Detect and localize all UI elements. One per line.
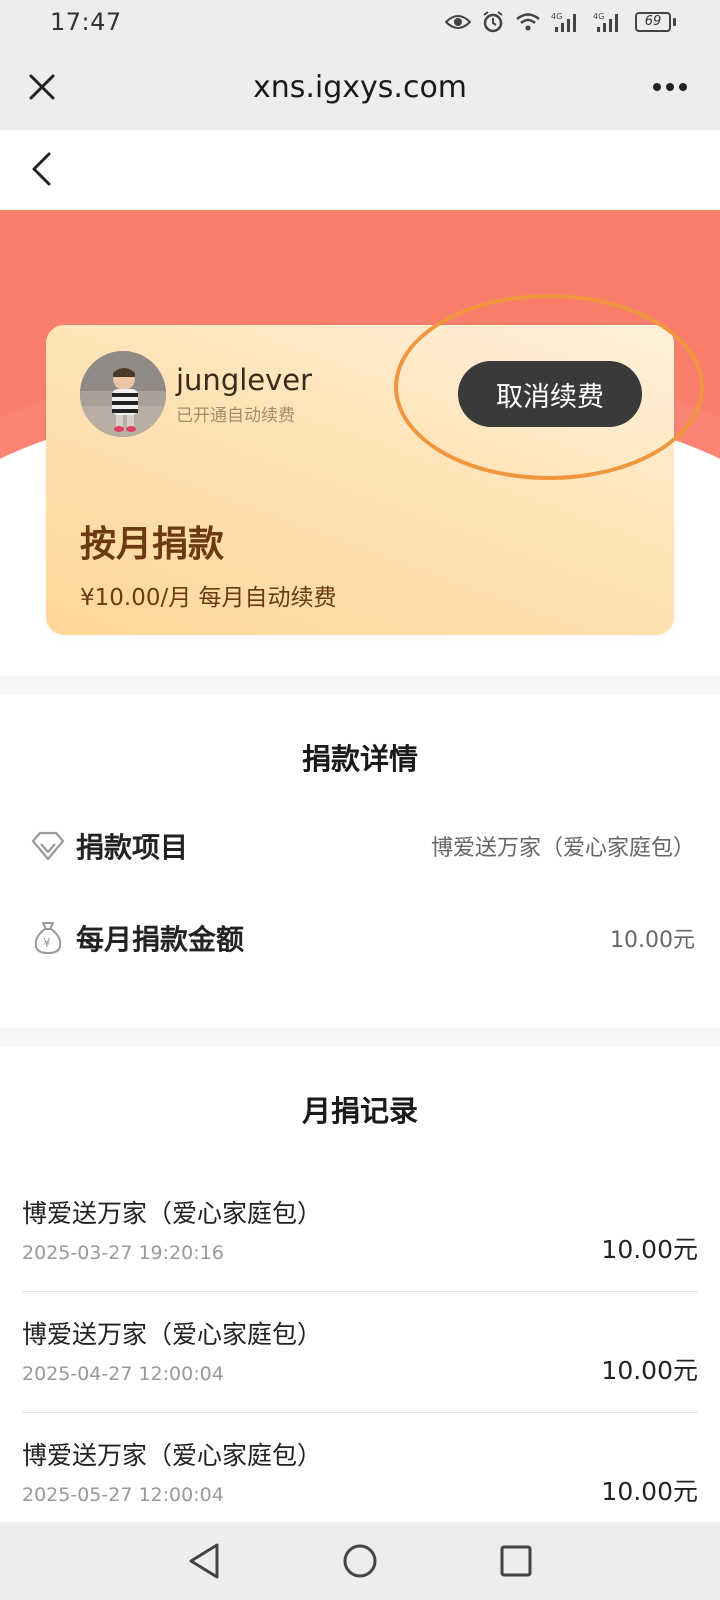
detail-row-amount: ¥ 每月捐款金额 10.00元 [30, 913, 695, 963]
monthly-records-title: 月捐记录 [301, 1094, 418, 1128]
subscription-status: 已开通自动续费 [176, 406, 295, 426]
detail-label: 每月捐款金额 [76, 923, 245, 956]
record-date: 2025-05-27 12:00:04 [22, 1484, 224, 1506]
alarm-icon [481, 10, 505, 34]
cancel-renewal-button[interactable]: 取消续费 [458, 361, 642, 427]
username: junglever [176, 363, 313, 397]
more-icon[interactable] [648, 65, 692, 109]
subscription-card: junglever 已开通自动续费 取消续费 按月捐款 ¥10.00/月 每月自… [46, 325, 674, 635]
status-icons: 4G 4G 69 [445, 10, 676, 34]
record-amount: 10.00元 [601, 1235, 698, 1264]
list-item[interactable]: 博爱送万家（爱心家庭包） 2025-04-27 12:00:04 10.00元 [22, 1293, 698, 1413]
signal-4g-icon: 4G [593, 11, 625, 33]
battery-tip [673, 18, 676, 26]
screen: 17:47 4G 4G 69 xns.igxys.com junglever 已… [0, 0, 720, 1600]
record-date: 2025-04-27 12:00:04 [22, 1363, 224, 1385]
avatar [80, 351, 166, 437]
section-divider [0, 676, 720, 694]
eye-icon [445, 13, 471, 31]
battery-level: 69 [635, 12, 671, 32]
list-item[interactable]: 博爱送万家（爱心家庭包） 2025-03-27 19:20:16 10.00元 [22, 1172, 698, 1292]
detail-row-project: 捐款项目 博爱送万家（爱心家庭包） [30, 821, 695, 871]
record-name: 博爱送万家（爱心家庭包） [22, 1441, 323, 1470]
wifi-icon [515, 12, 541, 32]
back-icon[interactable] [16, 144, 66, 194]
plan-description: ¥10.00/月 每月自动续费 [80, 585, 337, 611]
nav-home-icon[interactable] [332, 1533, 388, 1589]
browser-header: xns.igxys.com [0, 44, 720, 130]
close-icon[interactable] [20, 65, 64, 109]
record-amount: 10.00元 [601, 1356, 698, 1385]
status-bar: 17:47 4G 4G 69 [0, 0, 720, 44]
nav-back-icon[interactable] [176, 1533, 232, 1589]
browser-title: xns.igxys.com [252, 69, 468, 105]
detail-value: 博爱送万家（爱心家庭包） [430, 836, 695, 861]
record-amount: 10.00元 [601, 1477, 698, 1506]
diamond-icon [30, 828, 66, 864]
nav-recents-icon[interactable] [488, 1533, 544, 1589]
detail-label: 捐款项目 [76, 831, 189, 864]
status-time: 17:47 [50, 8, 122, 36]
record-date: 2025-03-27 19:20:16 [22, 1242, 224, 1264]
donation-details-title: 捐款详情 [301, 742, 418, 776]
section-divider [0, 1028, 720, 1046]
signal-4g-icon: 4G [551, 11, 583, 33]
system-nav-bar [0, 1522, 720, 1600]
plan-title: 按月捐款 [80, 524, 225, 565]
svg-text:¥: ¥ [43, 936, 51, 950]
page-nav [0, 130, 720, 210]
detail-value: 10.00元 [610, 928, 695, 953]
record-name: 博爱送万家（爱心家庭包） [22, 1199, 323, 1228]
record-name: 博爱送万家（爱心家庭包） [22, 1320, 323, 1349]
svg-text:4G: 4G [551, 12, 562, 21]
svg-text:4G: 4G [593, 12, 604, 21]
battery-icon: 69 [635, 12, 676, 32]
list-item[interactable]: 博爱送万家（爱心家庭包） 2025-05-27 12:00:04 10.00元 [22, 1414, 698, 1534]
money-bag-icon: ¥ [30, 920, 66, 956]
